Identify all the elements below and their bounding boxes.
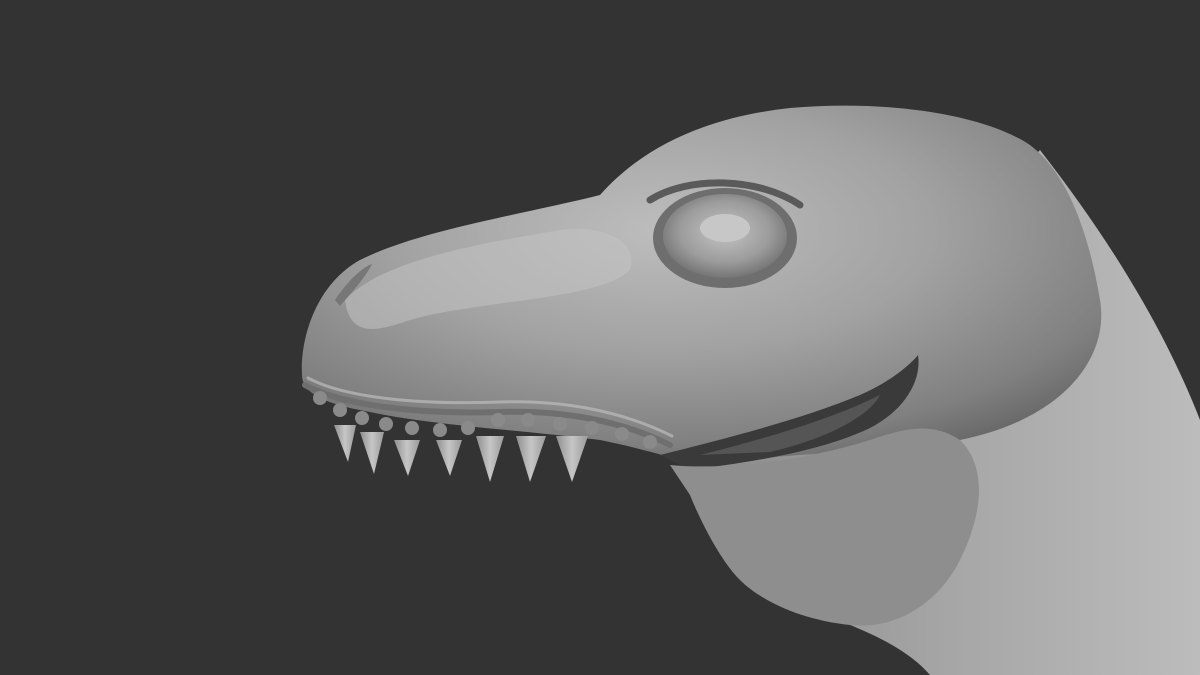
dinosaur-head-render	[0, 0, 1200, 675]
eyeball	[700, 214, 750, 242]
sculpt-viewport	[0, 0, 1200, 675]
